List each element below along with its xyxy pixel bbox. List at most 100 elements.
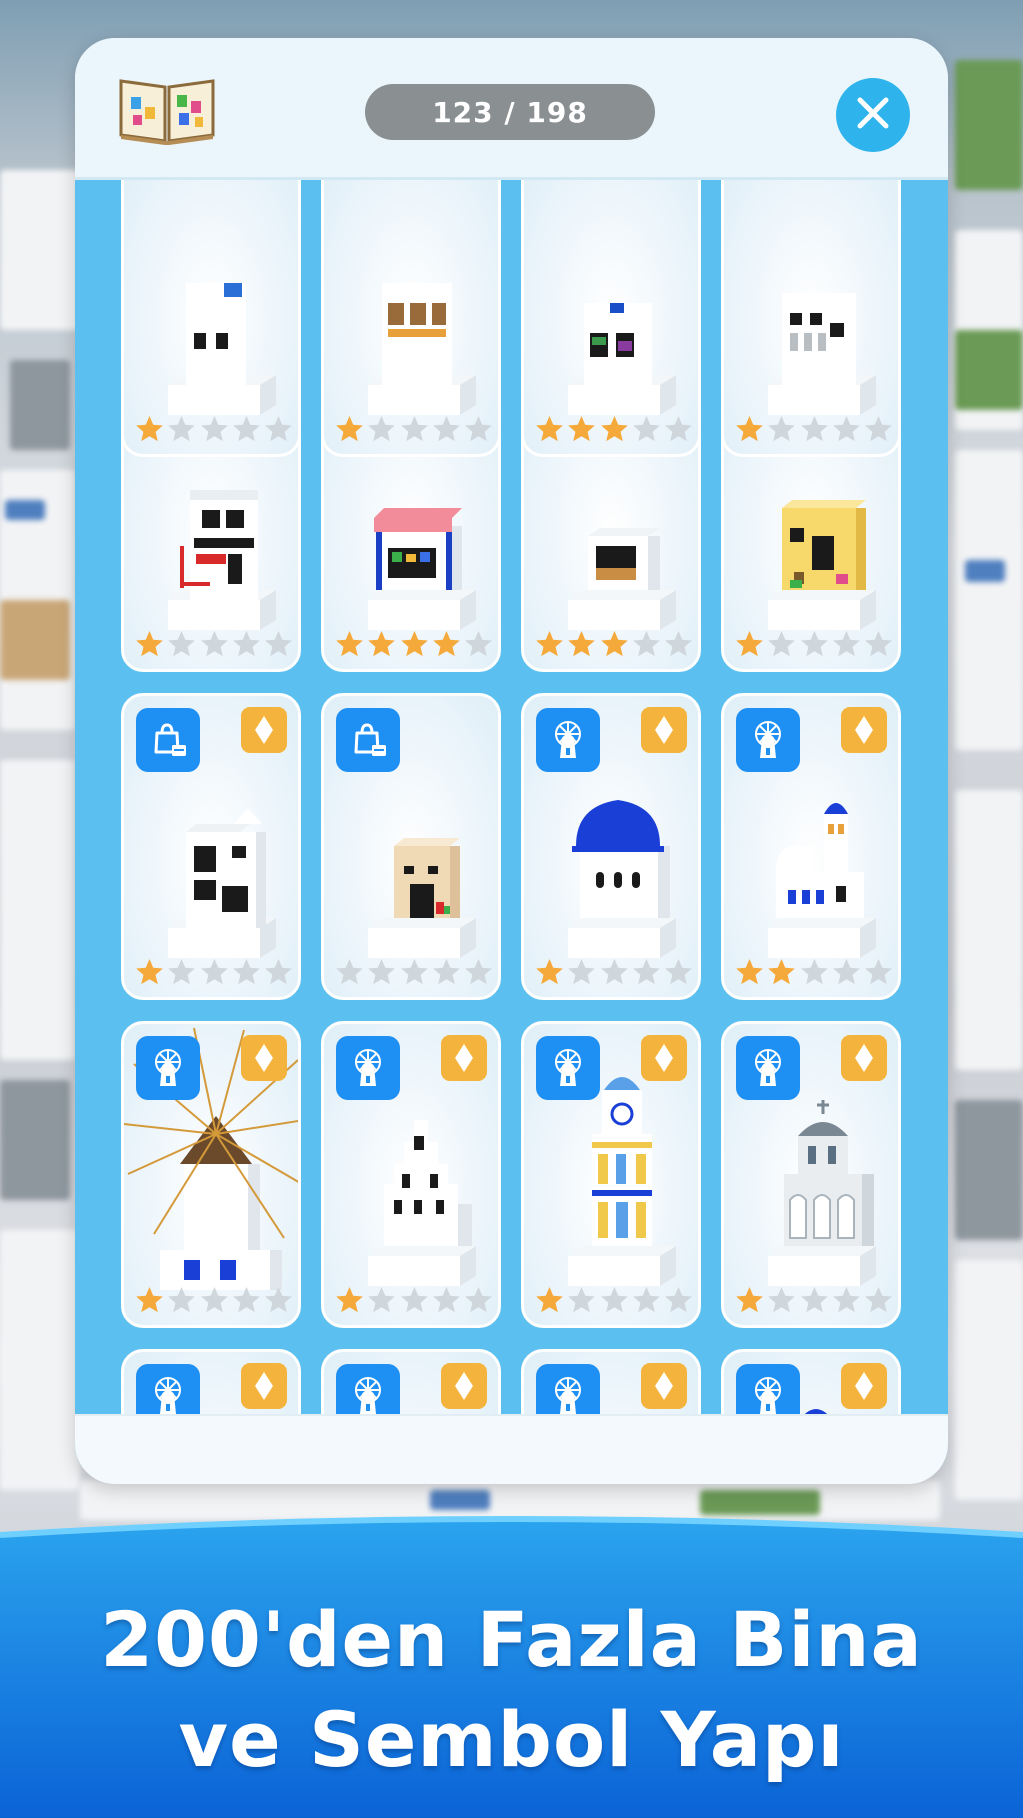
star-icon [663,414,694,446]
gem-icon [441,1363,487,1409]
gem-icon [841,1035,887,1081]
star-rating [334,414,494,446]
star-icon [799,957,830,989]
star-icon [599,414,630,446]
star-rating [734,1285,894,1317]
banner-title-line2: ve Sembol Yapı [178,1695,845,1784]
star-icon [631,1285,662,1317]
star-icon [734,414,765,446]
star-icon [463,1285,494,1317]
star-icon [831,1285,862,1317]
building-card[interactable] [321,693,501,1000]
star-icon [399,629,430,661]
gem-icon [441,1035,487,1081]
building-card[interactable] [121,180,301,457]
windmill-icon [736,1036,800,1100]
building-card[interactable] [321,180,501,457]
star-icon [863,1285,894,1317]
gem-icon [641,707,687,753]
building-card[interactable] [521,180,701,457]
gem-icon [641,1035,687,1081]
star-icon [863,957,894,989]
star-icon [166,1285,197,1317]
gem-icon [241,1035,287,1081]
star-rating [534,414,694,446]
star-rating [134,414,294,446]
building-card[interactable] [321,1021,501,1328]
windmill-icon [336,1036,400,1100]
star-icon [863,414,894,446]
windmill-icon [536,708,600,772]
building-card[interactable] [721,180,901,457]
star-icon [334,414,365,446]
star-icon [734,629,765,661]
gem-icon [241,1363,287,1409]
star-icon [566,629,597,661]
star-icon [566,957,597,989]
close-button[interactable] [836,78,910,152]
building-card[interactable] [521,1021,701,1328]
star-icon [534,1285,565,1317]
star-icon [663,957,694,989]
star-icon [366,957,397,989]
star-icon [431,629,462,661]
star-rating [734,414,894,446]
star-icon [463,629,494,661]
star-icon [734,957,765,989]
star-rating [334,629,494,661]
star-icon [263,414,294,446]
star-icon [199,1285,230,1317]
gem-icon [641,1363,687,1409]
building-card[interactable] [121,693,301,1000]
star-icon [366,414,397,446]
promo-banner: 200'den Fazla Bina ve Sembol Yapı [0,1515,1023,1818]
star-icon [734,1285,765,1317]
star-rating [534,629,694,661]
star-rating [134,1285,294,1317]
star-icon [134,629,165,661]
star-icon [199,629,230,661]
building-card[interactable] [121,1021,301,1328]
star-icon [166,414,197,446]
building-card[interactable] [521,693,701,1000]
building-card[interactable] [721,1021,901,1328]
windmill-icon [536,1036,600,1100]
star-rating [134,629,294,661]
grid-footer [75,1414,948,1468]
star-icon [231,1285,262,1317]
book-icon[interactable] [117,71,217,145]
star-icon [631,629,662,661]
star-icon [831,629,862,661]
star-icon [231,414,262,446]
star-icon [334,1285,365,1317]
star-rating [334,1285,494,1317]
star-icon [566,414,597,446]
close-icon [856,96,890,134]
star-icon [399,1285,430,1317]
panel-header: 123 / 198 [75,38,948,181]
star-icon [366,629,397,661]
star-icon [799,629,830,661]
star-icon [399,957,430,989]
star-icon [134,1285,165,1317]
windmill-icon [136,1036,200,1100]
star-icon [663,1285,694,1317]
star-icon [334,957,365,989]
star-icon [766,957,797,989]
star-icon [599,629,630,661]
star-icon [831,414,862,446]
star-icon [599,957,630,989]
star-icon [566,1285,597,1317]
star-icon [334,629,365,661]
building-grid[interactable] [75,180,948,1468]
star-icon [534,957,565,989]
star-icon [863,629,894,661]
star-icon [766,1285,797,1317]
star-rating [134,957,294,989]
windmill-icon [736,708,800,772]
star-icon [631,957,662,989]
building-card[interactable] [721,693,901,1000]
banner-title-line1: 200'den Fazla Bina [100,1595,923,1684]
star-icon [431,1285,462,1317]
star-icon [463,957,494,989]
